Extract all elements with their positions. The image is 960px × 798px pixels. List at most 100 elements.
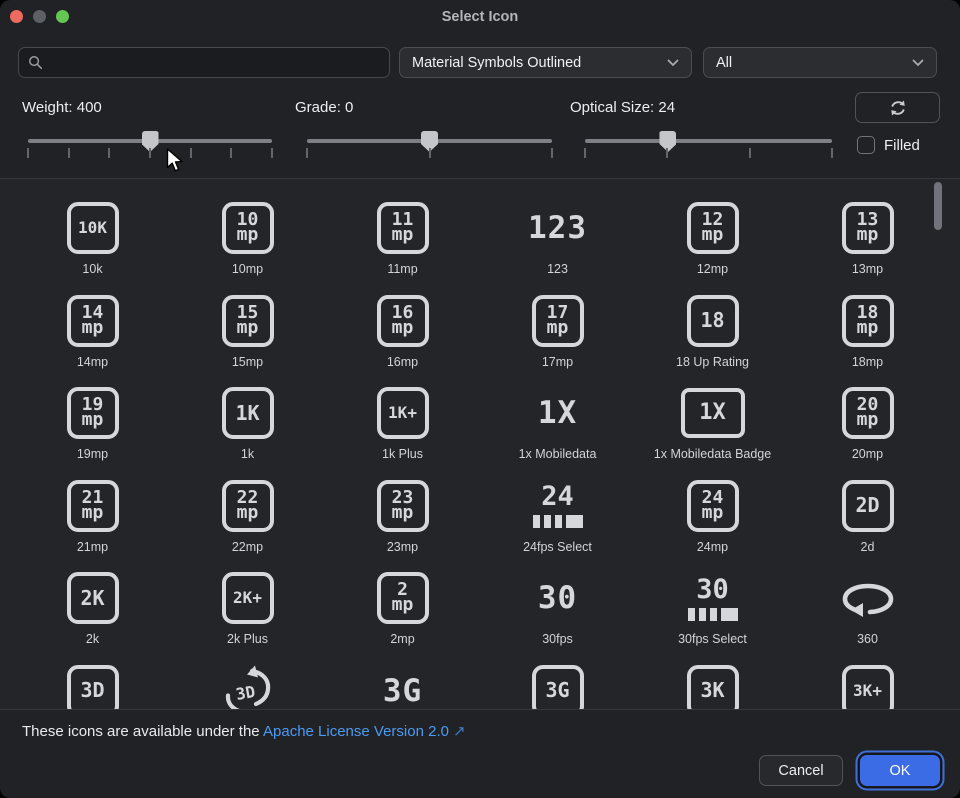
icon-cell[interactable]: 1X 1x Mobiledata Badge — [635, 381, 790, 474]
license-prefix: These icons are available under the — [22, 723, 263, 740]
category-filter-dropdown-value: All — [716, 55, 732, 71]
icon-cell[interactable]: 2424fps Select — [480, 474, 635, 567]
icon-cell[interactable]: 10mp10mp — [170, 196, 325, 289]
badge-icon-text: 2D — [855, 497, 879, 513]
icon-label: 1x Mobiledata Badge — [654, 447, 771, 461]
badge-icon-text: mp — [857, 321, 879, 336]
icon-preview: 11mp — [377, 196, 429, 260]
icon-label: 10mp — [232, 262, 263, 276]
badge-icon: 3D — [67, 665, 119, 711]
icon-cell[interactable]: 16mp16mp — [325, 289, 480, 382]
icon-cell[interactable]: 10K10k — [15, 196, 170, 289]
icon-cell[interactable]: 2K2k — [15, 566, 170, 659]
icon-cell[interactable]: 20mp20mp — [790, 381, 945, 474]
icon-cell[interactable]: 22mp22mp — [170, 474, 325, 567]
refresh-icon — [888, 99, 908, 117]
badge-icon-text: mp — [702, 228, 724, 243]
icon-cell[interactable]: 3G — [325, 659, 480, 711]
icon-cell[interactable]: 1K+1k Plus — [325, 381, 480, 474]
apache-license-link[interactable]: Apache License Version 2.0 — [263, 723, 449, 740]
icon-cell[interactable]: 18mp18mp — [790, 289, 945, 382]
search-icon — [28, 55, 43, 70]
slider-tick — [749, 148, 751, 158]
weight-slider-ticks — [28, 148, 272, 160]
icon-cell[interactable]: 3030fps — [480, 566, 635, 659]
grade-slider[interactable] — [307, 131, 552, 169]
icon-cell[interactable]: 13mp13mp — [790, 196, 945, 289]
icon-cell[interactable]: 17mp17mp — [480, 289, 635, 382]
badge-icon: 1K+ — [377, 387, 429, 439]
grade-label: Grade: 0 — [295, 99, 353, 116]
icon-cell[interactable]: 24mp24mp — [635, 474, 790, 567]
ok-button[interactable]: OK — [860, 755, 940, 786]
icon-cell[interactable]: 15mp15mp — [170, 289, 325, 382]
optical-size-slider[interactable] — [585, 131, 832, 169]
icon-preview: 1K+ — [377, 381, 429, 445]
cancel-button[interactable]: Cancel — [759, 755, 843, 786]
badge-icon-text: mp — [857, 413, 879, 428]
fps-bar — [566, 515, 583, 528]
badge-icon-text: mp — [237, 321, 259, 336]
icon-preview: 2mp — [377, 566, 429, 630]
icon-cell[interactable]: 21mp21mp — [15, 474, 170, 567]
badge-icon-text: 1K+ — [388, 406, 417, 419]
icon-cell[interactable]: 1K1k — [170, 381, 325, 474]
badge-icon: 3G — [532, 665, 584, 711]
icon-preview: 12mp — [687, 196, 739, 260]
scrollbar-thumb[interactable] — [934, 182, 942, 230]
icon-cell[interactable]: 3K+ — [790, 659, 945, 711]
icon-preview: 3K+ — [842, 659, 894, 711]
badge-icon-text: mp — [547, 321, 569, 336]
slider-tick — [68, 148, 70, 158]
icon-cell[interactable]: 19mp19mp — [15, 381, 170, 474]
search-input[interactable] — [50, 54, 380, 72]
icon-label: 22mp — [232, 540, 263, 554]
icon-preview: 14mp — [67, 289, 119, 353]
external-link-icon: ↗ — [453, 723, 466, 740]
icon-cell[interactable]: 3G — [480, 659, 635, 711]
fps-bars — [533, 515, 583, 528]
icon-cell[interactable]: 3D — [15, 659, 170, 711]
icon-cell[interactable]: 11mp 11mp — [325, 196, 480, 289]
icon-cell[interactable]: 12mp12mp — [635, 196, 790, 289]
weight-slider[interactable] — [28, 131, 272, 169]
badge-icon-text: mp — [82, 413, 104, 428]
icon-cell[interactable]: 1X1x Mobiledata — [480, 381, 635, 474]
icon-cell[interactable]: 3030fps Select — [635, 566, 790, 659]
icon-label: 24fps Select — [523, 540, 592, 554]
icon-grid[interactable]: 10K10k10mp10mp11mp11mp12312312mp12mp13mp… — [0, 178, 960, 710]
icon-cell[interactable]: 23mp23mp — [325, 474, 480, 567]
fps-bar — [544, 515, 551, 528]
fps-bar — [688, 608, 695, 621]
icon-cell[interactable]: 3D — [170, 659, 325, 711]
rotate-3d-icon: 3D — [225, 665, 271, 711]
icon-label: 10k — [82, 262, 102, 276]
icon-label: 11mp — [387, 262, 417, 276]
icon-cell[interactable]: 14mp14mp — [15, 289, 170, 382]
icon-cell[interactable]: 2mp2mp — [325, 566, 480, 659]
weight-label: Weight: 400 — [22, 99, 102, 116]
icon-cell[interactable]: 360 — [790, 566, 945, 659]
fps-bar — [699, 608, 706, 621]
fps-select-icon: 30 — [688, 576, 738, 621]
icon-label: 18 Up Rating — [676, 355, 749, 369]
fps-bar — [555, 515, 562, 528]
icon-cell[interactable]: 123123 — [480, 196, 635, 289]
badge-icon: 13mp — [842, 202, 894, 254]
badge-icon: 17mp — [532, 295, 584, 347]
reset-settings-button[interactable] — [855, 92, 940, 123]
optical-size-slider-track[interactable] — [585, 139, 832, 143]
icon-cell[interactable]: 3K — [635, 659, 790, 711]
icon-preview: 1X — [681, 381, 745, 445]
filled-checkbox[interactable] — [857, 136, 875, 154]
icon-preview: 16mp — [377, 289, 429, 353]
icon-cell[interactable]: 2K+2k Plus — [170, 566, 325, 659]
icon-cell[interactable]: 1818 Up Rating — [635, 289, 790, 382]
filled-checkbox-label: Filled — [884, 137, 920, 154]
svg-text:3D: 3D — [234, 681, 256, 703]
badge-icon: 11mp — [377, 202, 429, 254]
search-field[interactable] — [18, 47, 390, 78]
font-family-dropdown[interactable]: Material Symbols Outlined — [399, 47, 692, 78]
icon-cell[interactable]: 2D2d — [790, 474, 945, 567]
category-filter-dropdown[interactable]: All — [703, 47, 937, 78]
